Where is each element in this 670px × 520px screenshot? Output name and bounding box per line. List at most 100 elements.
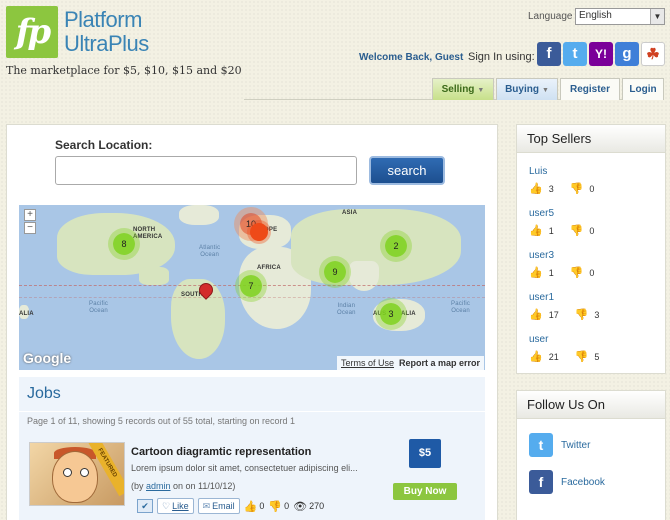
language-selected-value: English [579, 10, 612, 21]
email-label: Email [212, 501, 235, 511]
seller-item: user5 👍 1 👎 0 [529, 208, 659, 237]
map-terms-link[interactable]: Terms of Use [341, 358, 394, 368]
logo-icon[interactable]: fp [6, 6, 58, 58]
brand-name-line2: UltraPlus [64, 31, 149, 56]
tab-selling-label: Selling [441, 84, 475, 95]
map-label-pacific-left: Pacific Ocean [89, 301, 109, 314]
job-description: Lorem ipsum dolor sit amet, consectetuer… [131, 463, 358, 473]
follow-us-panel: Follow Us On t Twitter f Facebook [516, 390, 666, 520]
seller-down-count: 5 [594, 351, 600, 362]
follow-twitter[interactable]: t Twitter [529, 433, 590, 457]
facebook-icon: f [529, 470, 553, 494]
seller-up-count: 1 [548, 267, 554, 278]
chevron-down-icon: ▼ [477, 87, 485, 94]
seller-up-count: 17 [548, 309, 559, 320]
map-cluster-europe-hotspot[interactable] [250, 223, 268, 241]
follow-facebook[interactable]: f Facebook [529, 470, 605, 494]
signin-label: Sign In using: [468, 51, 535, 63]
tab-selling[interactable]: Selling ▼ [432, 78, 494, 100]
thumbs-up-stat: 👍 0 [244, 500, 265, 513]
seller-stats: 👍 1 👎 0 [529, 224, 659, 237]
heart-icon: ♡ [162, 501, 171, 511]
thumbs-down-icon: 👎 [569, 183, 584, 195]
views-stat: 👁 270 [293, 500, 324, 513]
envelope-icon: ✉ [202, 501, 211, 511]
map-label-atlantic: Atlantic Ocean [199, 245, 221, 258]
seller-down-count: 0 [589, 267, 595, 278]
brand-name[interactable]: Platform UltraPlus [64, 8, 149, 56]
eye-icon: 👁 [293, 500, 308, 513]
map-report-error-link[interactable]: Report a map error [399, 358, 480, 368]
seller-down-count: 0 [589, 225, 595, 236]
google-logo: Google [23, 350, 72, 366]
google-signin-icon[interactable]: g [615, 42, 639, 66]
job-author-link[interactable]: admin [146, 481, 171, 491]
map-zoom-in-button[interactable]: + [24, 209, 36, 221]
thumbs-up-icon: 👍 [529, 267, 543, 279]
map-cluster-south-america[interactable]: 7 [240, 275, 262, 297]
follow-facebook-label: Facebook [561, 476, 605, 488]
seller-name-link[interactable]: user [529, 334, 659, 347]
thumbs-up-icon: 👍 [529, 225, 543, 237]
jobs-divider [19, 411, 485, 412]
search-button[interactable]: search [369, 156, 445, 185]
thumbs-up-count: 0 [259, 501, 265, 511]
job-title[interactable]: Cartoon diagramtic representation [131, 446, 311, 458]
job-price-badge: $5 [409, 439, 441, 468]
job-byline-suffix: on on 11/10/12) [170, 481, 236, 491]
thumbs-down-icon: 👎 [569, 267, 584, 279]
search-location-input[interactable] [55, 156, 357, 185]
thumbs-down-stat: 👎 0 [268, 500, 289, 513]
map-cluster-asia[interactable]: 2 [385, 235, 407, 257]
seller-up-count: 3 [548, 183, 554, 194]
map-cluster-australia[interactable]: 3 [380, 303, 402, 325]
job-actions: ✔ ♡ Like ✉ Email 👍 0 👎 0 👁 270 [137, 497, 324, 515]
tagline: The marketplace for $5, $10, $15 and $20 [6, 64, 242, 77]
seller-stats: 👍 21 👎 5 [529, 350, 659, 363]
map-land-central-america [139, 267, 169, 285]
seller-name-link[interactable]: user3 [529, 250, 659, 263]
seller-name-link[interactable]: user5 [529, 208, 659, 221]
map-label-asia: ASIA [342, 210, 358, 216]
twitter-icon: t [529, 433, 553, 457]
seller-item: Luis 👍 3 👎 0 [529, 166, 659, 195]
tab-buying[interactable]: Buying ▼ [496, 78, 558, 100]
seller-name-link[interactable]: user1 [529, 292, 659, 305]
chevron-down-icon: ▼ [541, 87, 549, 94]
twitter-signin-icon[interactable]: t [563, 42, 587, 66]
verified-icon: ✔ [137, 499, 153, 513]
thumbnail-face [52, 451, 98, 503]
jobs-pagination-meta: Page 1 of 11, showing 5 records out of 5… [27, 416, 295, 426]
seller-stats: 👍 1 👎 0 [529, 266, 659, 279]
seller-item: user1 👍 17 👎 3 [529, 292, 659, 321]
microsoft-signin-icon[interactable]: ☘ [641, 42, 665, 66]
seller-down-count: 0 [589, 183, 595, 194]
thumbs-down-icon: 👎 [574, 309, 589, 321]
facebook-signin-icon[interactable]: f [537, 42, 561, 66]
seller-stats: 👍 3 👎 0 [529, 182, 659, 195]
world-map[interactable]: NORTH AMERICA OPE ASIA AFRICA SOUTH AUS … [19, 205, 485, 370]
seller-up-count: 1 [548, 225, 554, 236]
job-thumbnail[interactable]: FEATURED [29, 442, 125, 506]
seller-name-link[interactable]: Luis [529, 166, 659, 179]
yahoo-signin-icon[interactable]: Y! [589, 42, 613, 66]
tab-buying-label: Buying [505, 84, 539, 95]
map-label-africa: AFRICA [257, 265, 281, 271]
map-zoom-out-button[interactable]: − [24, 222, 36, 234]
seller-stats: 👍 17 👎 3 [529, 308, 659, 321]
map-cluster-africa[interactable]: 9 [324, 261, 346, 283]
thumbs-down-icon: 👎 [569, 225, 584, 237]
map-label-indian: Indian Ocean [337, 303, 356, 316]
thumbs-down-icon: 👎 [268, 500, 283, 513]
tab-register[interactable]: Register [560, 78, 620, 100]
map-label-pacific-right: Pacific Ocean [451, 301, 471, 314]
tab-login[interactable]: Login [622, 78, 664, 100]
email-button[interactable]: ✉ Email [197, 498, 240, 514]
like-button[interactable]: ♡ Like [157, 498, 194, 514]
thumbs-up-icon: 👍 [529, 183, 543, 195]
map-attribution: Terms of Use Report a map error [337, 356, 485, 370]
top-sellers-panel: Top Sellers Luis 👍 3 👎 0 user5 👍 1 👎 0 user3… [516, 124, 666, 374]
language-select[interactable]: English ▼ [575, 8, 665, 25]
buy-now-button[interactable]: Buy Now [393, 483, 457, 500]
map-cluster-north-america[interactable]: 8 [113, 233, 135, 255]
